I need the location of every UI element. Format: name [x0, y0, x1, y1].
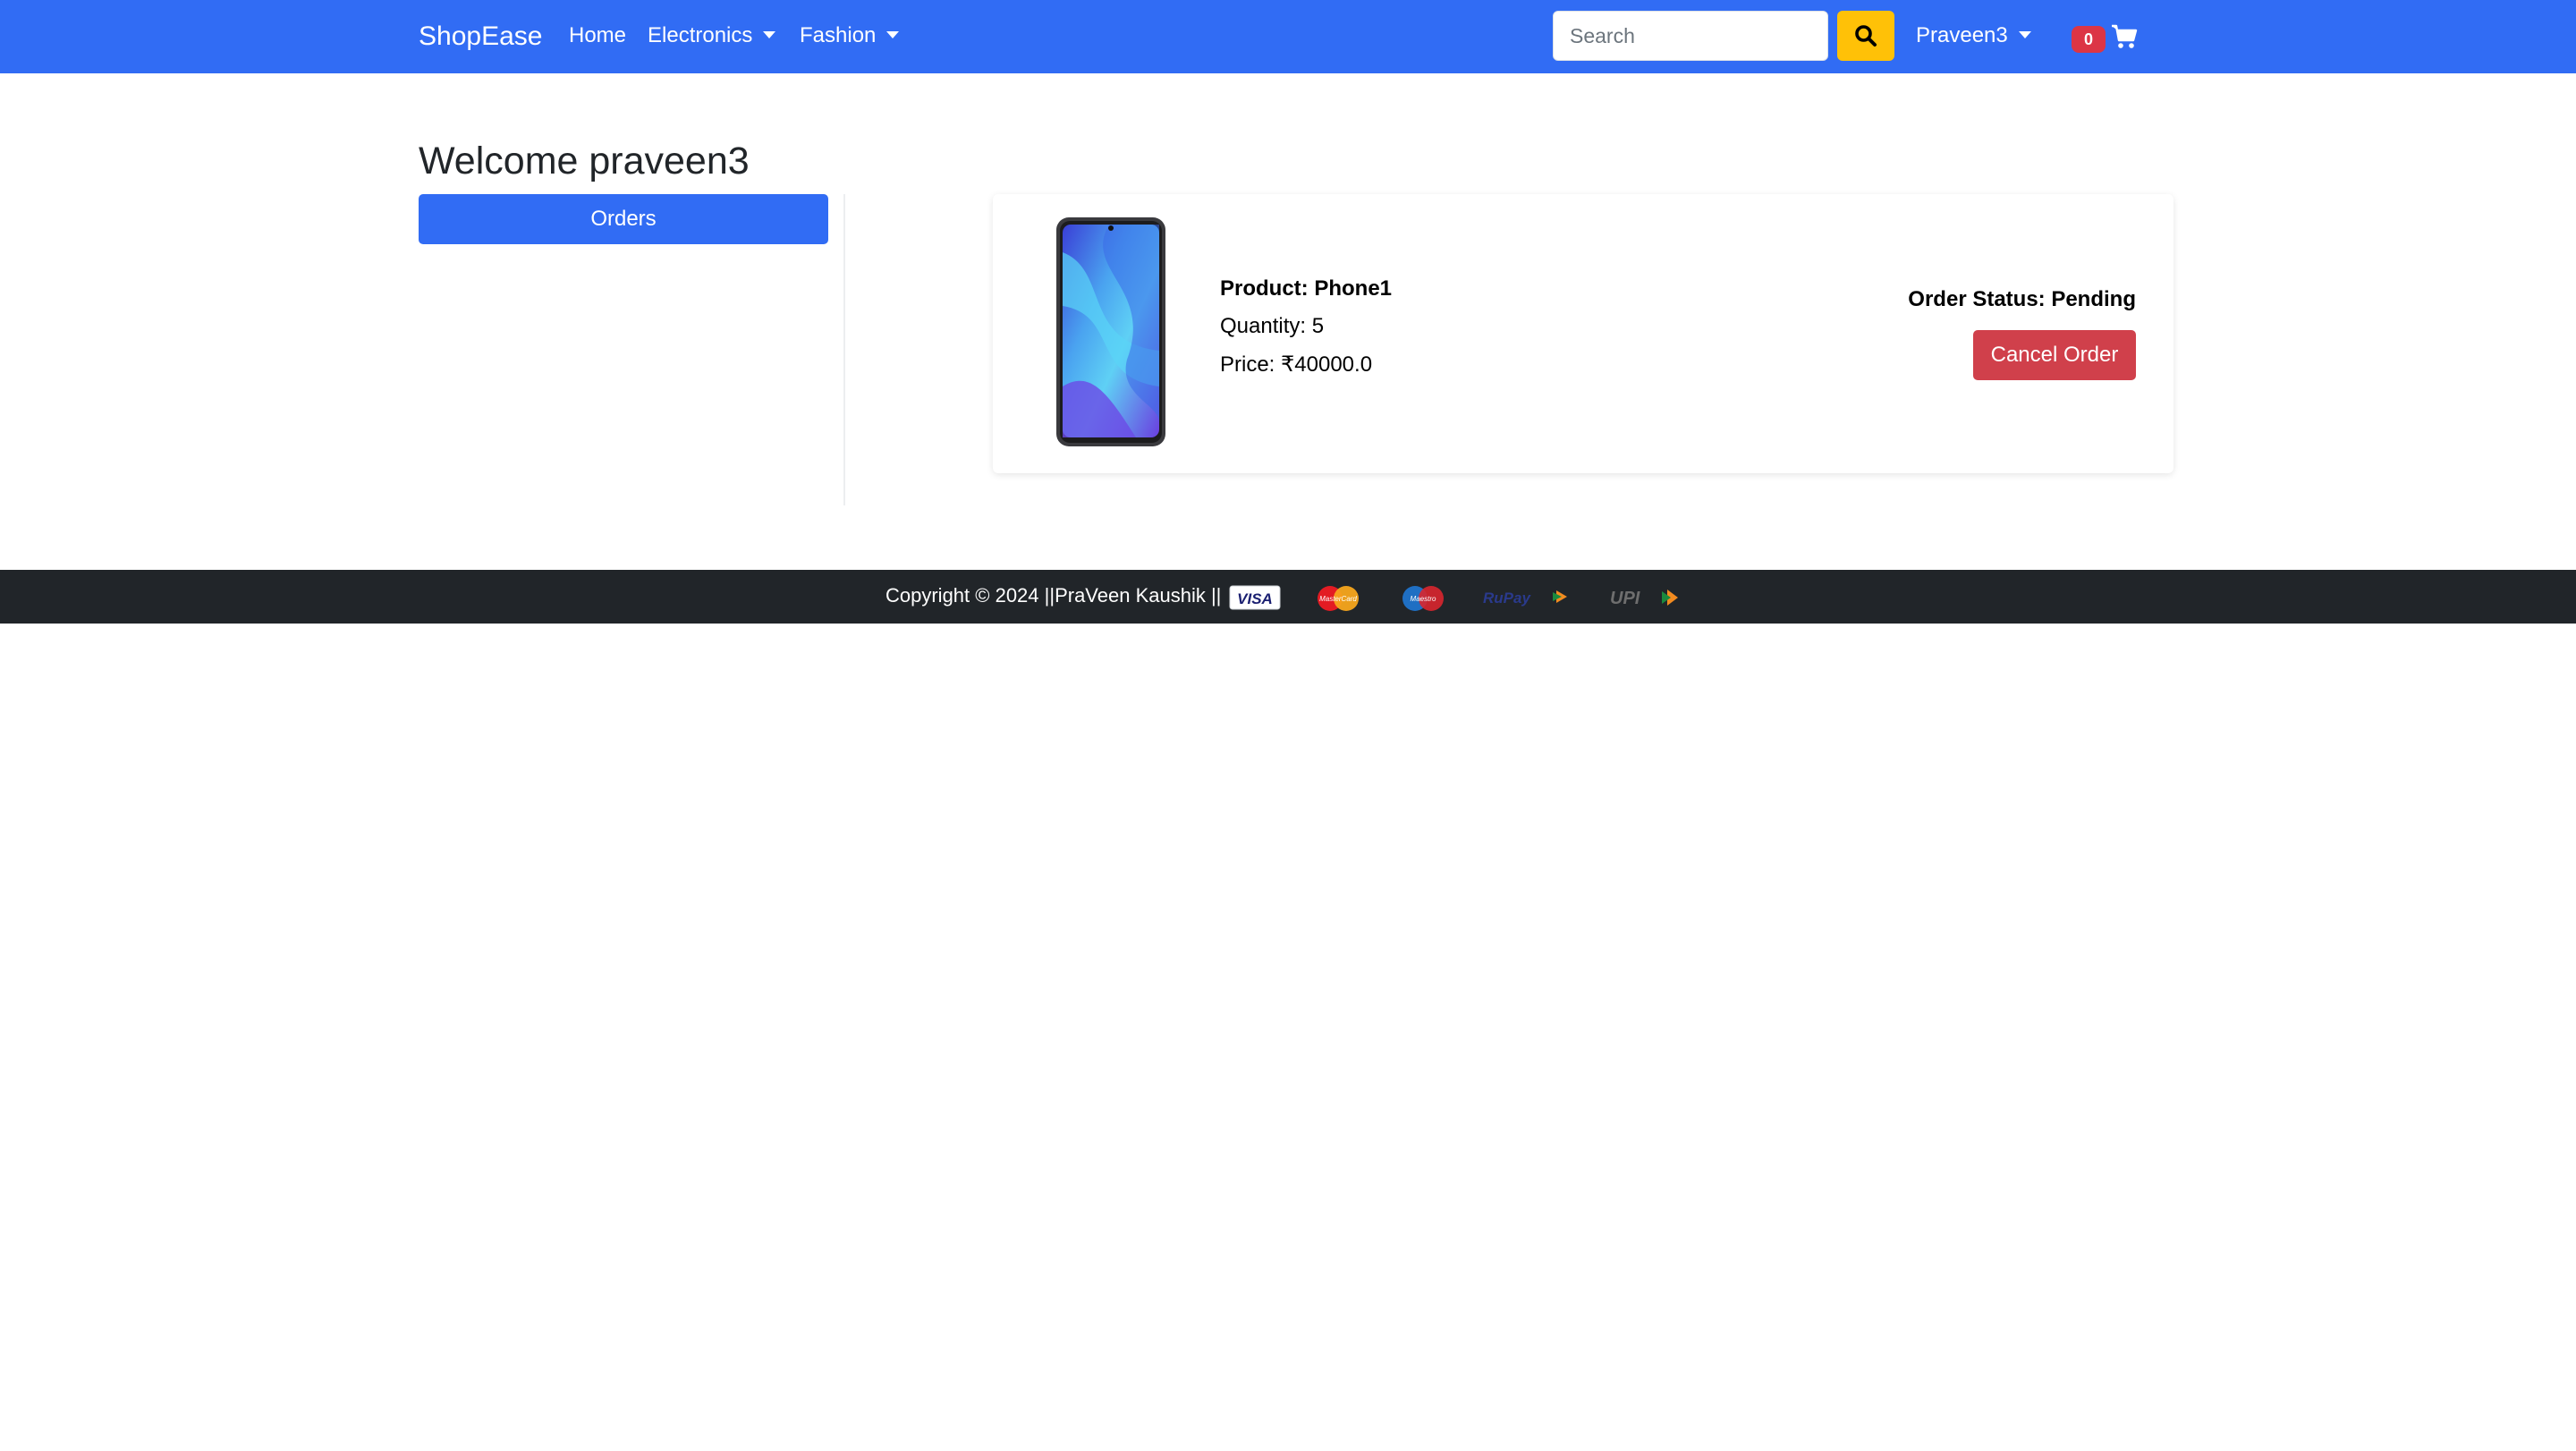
- maestro-logo: Maestro: [1402, 586, 1444, 611]
- welcome-heading: Welcome praveen3: [419, 140, 750, 182]
- cancel-order-button[interactable]: Cancel Order: [1973, 330, 2136, 380]
- copyright-text: Copyright © 2024 ||PraVeen Kaushik ||: [886, 584, 1222, 607]
- search-button[interactable]: [1837, 11, 1894, 61]
- nav-fashion-label: Fashion: [800, 23, 877, 47]
- product-quantity: Quantity: 5: [1220, 314, 1325, 338]
- sidebar-divider: [843, 194, 845, 505]
- maestro-logo-text: Maestro: [1411, 595, 1436, 603]
- top-navbar: ShopEase Home Electronics Fashion Pravee…: [0, 0, 2576, 73]
- nav-electronics-dropdown[interactable]: Electronics: [648, 18, 776, 54]
- product-price: Price: ₹40000.0: [1220, 352, 1373, 377]
- cart-icon: [2112, 24, 2138, 48]
- nav-fashion-dropdown[interactable]: Fashion: [800, 18, 900, 54]
- product-image-phone: [1056, 217, 1165, 446]
- footer: Copyright © 2024 ||PraVeen Kaushik || VI…: [0, 570, 2576, 624]
- rupay-logo: RuPay: [1483, 590, 1567, 607]
- nav-electronics-label: Electronics: [648, 23, 753, 47]
- user-menu-dropdown[interactable]: Praveen3: [1916, 18, 2031, 54]
- order-status: Order Status: Pending: [1908, 287, 2136, 311]
- caret-down-icon: [2018, 31, 2031, 38]
- cart-count-badge: 0: [2072, 26, 2106, 53]
- order-card: Product: Phone1 Quantity: 5 Price: ₹4000…: [993, 194, 2174, 473]
- product-name: Product: Phone1: [1220, 276, 1393, 301]
- user-menu-label: Praveen3: [1916, 23, 2008, 47]
- search-input[interactable]: [1553, 11, 1828, 61]
- mastercard-logo: MasterCard: [1318, 586, 1359, 611]
- upi-logo: UPI: [1610, 589, 1678, 608]
- caret-down-icon: [763, 31, 776, 38]
- rupay-logo-text: RuPay: [1483, 590, 1531, 607]
- visa-logo-text: VISA: [1237, 590, 1273, 607]
- mastercard-logo-text: MasterCard: [1319, 595, 1357, 603]
- visa-logo: VISA: [1229, 585, 1281, 610]
- upi-logo-text: UPI: [1610, 589, 1640, 608]
- orders-button[interactable]: Orders: [419, 194, 828, 244]
- caret-down-icon: [886, 31, 900, 38]
- nav-home-link[interactable]: Home: [569, 18, 626, 54]
- cart-link[interactable]: 0: [2072, 21, 2138, 53]
- brand-logo-link[interactable]: ShopEase: [419, 16, 542, 57]
- search-icon: [1855, 25, 1877, 47]
